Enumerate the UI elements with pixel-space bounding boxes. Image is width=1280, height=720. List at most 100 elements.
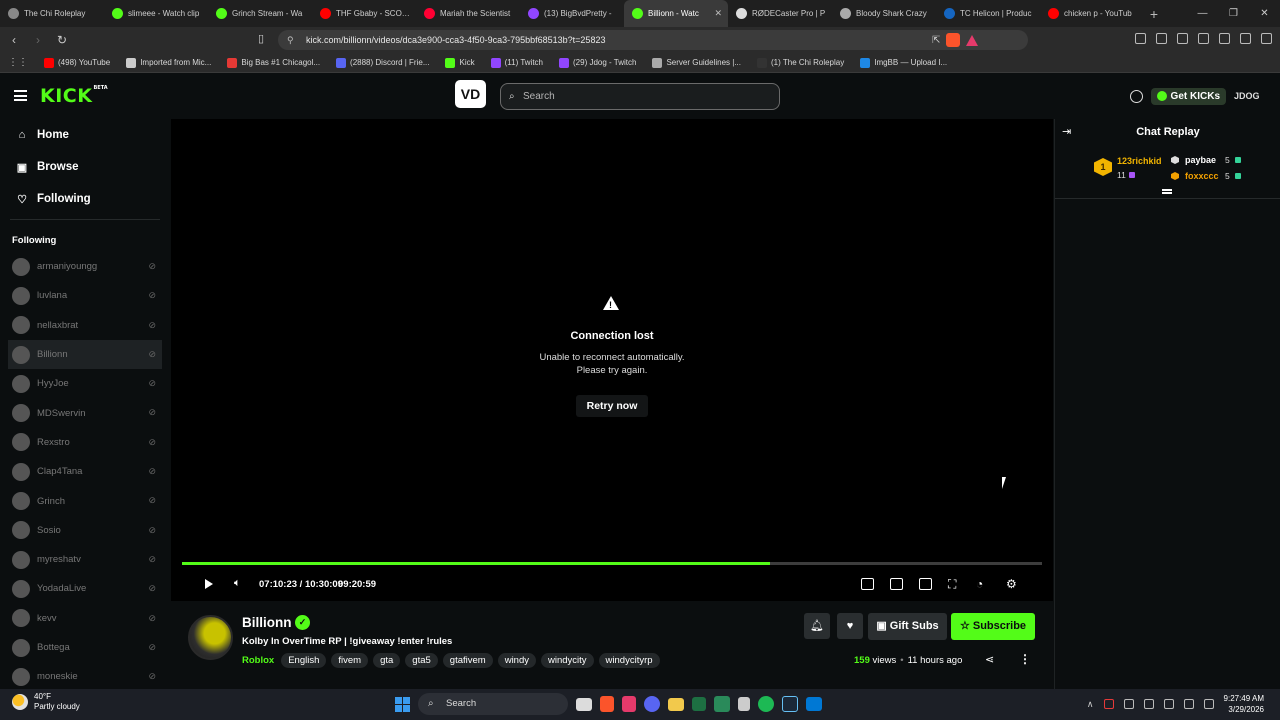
bookmark-item[interactable]: (29) Jdog - Twitch <box>551 57 644 68</box>
kick-logo[interactable]: KICKBETA <box>40 85 108 107</box>
photos-icon[interactable] <box>806 697 822 711</box>
video-player[interactable]: ! Connection lost Unable to reconnect au… <box>171 119 1053 601</box>
retry-button[interactable]: Retry now <box>576 395 648 417</box>
tag-chip[interactable]: gtafivem <box>442 653 493 668</box>
battery-icon[interactable] <box>1203 699 1214 709</box>
sidebar-nav-following[interactable]: ♡ Following <box>0 183 170 215</box>
channel-name[interactable]: Billionn <box>242 615 292 630</box>
search-input[interactable]: ⌕ Search <box>500 83 780 110</box>
following-channel[interactable]: armaniyoungg ⊘ <box>0 252 162 281</box>
category-link[interactable]: Roblox <box>242 655 274 666</box>
brave-rewards-icon[interactable] <box>966 34 979 46</box>
browser-tab[interactable]: Mariah the Scientist <box>416 0 520 27</box>
user-avatar[interactable]: JDOG <box>1234 86 1260 106</box>
bookmark-item[interactable]: (2888) Discord | Frie... <box>328 57 437 68</box>
clock[interactable]: 9:27:49 AM 3/29/2026 <box>1224 693 1264 715</box>
new-tab-button[interactable]: + <box>1144 6 1164 22</box>
minimize-button[interactable]: — <box>1187 0 1218 27</box>
menu-icon[interactable] <box>1261 33 1272 44</box>
settings-gear-icon[interactable]: ⚙ <box>1006 577 1017 591</box>
brave-shields-icon[interactable] <box>946 33 961 47</box>
steam-icon[interactable] <box>782 696 798 712</box>
bookmark-item[interactable]: (11) Twitch <box>483 57 551 68</box>
file-explorer-icon[interactable] <box>668 697 684 711</box>
extension-icon[interactable] <box>1135 33 1146 44</box>
following-channel[interactable]: myreshatv ⊘ <box>0 545 162 574</box>
clip-icon[interactable] <box>890 578 903 590</box>
bookmark-item[interactable]: ImgBB — Upload I... <box>852 57 955 68</box>
notifications-icon[interactable] <box>1129 89 1143 103</box>
notification-bell-button[interactable]: 🔔︎ <box>804 613 830 639</box>
url-field[interactable]: ⚲ kick.com/billionn/videos/dca3e900-cca3… <box>278 30 1028 50</box>
following-channel[interactable]: Clap4Tana ⊘ <box>0 457 162 486</box>
reload-button[interactable]: ↻ <box>52 33 72 47</box>
volume-icon[interactable]: 🔈︎ <box>234 577 241 590</box>
bookmark-item[interactable]: (498) YouTube <box>36 57 118 68</box>
share-icon[interactable]: ⋖ <box>985 653 994 666</box>
browser-tab[interactable]: Billionn - Watc ✕ <box>624 0 728 27</box>
leader-name[interactable]: 123richkid <box>1117 156 1162 166</box>
bookmark-item[interactable]: Kick <box>437 57 482 68</box>
vod-icon[interactable]: VD <box>455 80 486 108</box>
adobe-icon[interactable] <box>622 696 636 712</box>
following-channel[interactable]: YodadaLive ⊘ <box>0 574 162 603</box>
bookmark-item[interactable]: Big Bas #1 Chicagol... <box>219 57 328 68</box>
gift-subs-button[interactable]: ▣ Gift Subs <box>868 613 947 640</box>
browser-tab[interactable]: TC Helicon | Produc <box>936 0 1040 27</box>
following-channel[interactable]: moneskie ⊘ <box>0 662 162 691</box>
following-channel[interactable]: MDSwervin ⊘ <box>0 398 162 427</box>
browser-tab[interactable]: THF Gbaby - SCOOP <box>312 0 416 27</box>
following-channel[interactable]: Grinch ⊘ <box>0 486 162 515</box>
browser-tab[interactable]: slimeee - Watch clip <box>104 0 208 27</box>
bookmark-item[interactable]: (1) The Chi Roleplay <box>749 57 852 68</box>
brave-browser-icon[interactable] <box>600 696 614 712</box>
following-channel[interactable]: luvlana ⊘ <box>0 281 162 310</box>
following-channel[interactable]: nellaxbrat ⊘ <box>0 311 162 340</box>
leader-name[interactable]: paybae <box>1185 155 1216 165</box>
following-channel[interactable]: Billionn ⊘ <box>8 339 162 370</box>
excel-icon[interactable] <box>692 697 706 711</box>
spotify-icon[interactable] <box>758 696 774 712</box>
task-view-icon[interactable] <box>576 697 592 711</box>
menu-hamburger-icon[interactable] <box>14 90 27 101</box>
app-icon[interactable] <box>738 697 750 711</box>
sidebar-nav-home[interactable]: ⌂ Home <box>0 119 170 151</box>
miniplayer-icon[interactable] <box>861 578 874 590</box>
follow-heart-button[interactable]: ♥ <box>837 613 863 639</box>
following-channel[interactable]: HyyJoe ⊘ <box>0 369 162 398</box>
maximize-button[interactable]: ❐ <box>1218 0 1249 27</box>
site-info-icon[interactable]: ⚲ <box>287 30 294 50</box>
game-app-icon[interactable] <box>714 696 730 712</box>
tag-chip[interactable]: gta5 <box>405 653 438 668</box>
microphone-icon[interactable] <box>1123 699 1134 709</box>
puzzle-icon[interactable] <box>1156 33 1167 44</box>
browser-tab[interactable]: RØDECaster Pro | P <box>728 0 832 27</box>
fullscreen-icon[interactable]: ⛶ <box>948 577 956 592</box>
following-channel[interactable]: Rexstro ⊘ <box>0 428 162 457</box>
tag-chip[interactable]: fivem <box>331 653 369 668</box>
network-icon[interactable] <box>1163 699 1174 709</box>
browser-tab[interactable]: chicken p - YouTub <box>1040 0 1144 27</box>
play-button[interactable] <box>205 579 213 589</box>
get-kicks-button[interactable]: Get KICKs <box>1150 87 1226 105</box>
display-icon[interactable] <box>1143 699 1154 709</box>
tag-chip[interactable]: windy <box>497 653 536 668</box>
following-channel[interactable]: kevv ⊘ <box>0 604 162 633</box>
browser-tab[interactable]: Bloody Shark Crazy <box>832 0 936 27</box>
close-tab-icon[interactable]: ✕ <box>714 8 722 19</box>
tag-chip[interactable]: English <box>281 653 327 668</box>
browser-tab[interactable]: Grinch Stream - Wa <box>208 0 312 27</box>
media-icon[interactable] <box>1177 33 1188 44</box>
tray-app-icon[interactable] <box>1103 699 1114 709</box>
tag-chip[interactable]: windycityrp <box>598 653 660 668</box>
share-page-icon[interactable]: ⇱ <box>932 35 940 46</box>
progress-bar[interactable] <box>182 562 1042 565</box>
back-button[interactable]: ‹ <box>4 33 24 47</box>
bookmark-page-icon[interactable]: ▯ <box>258 32 264 45</box>
subscribe-button[interactable]: ☆ Subscribe <box>951 613 1035 640</box>
following-channel[interactable]: Bottega ⊘ <box>0 633 162 662</box>
following-channel[interactable]: Sosio ⊘ <box>0 516 162 545</box>
bookmark-item[interactable]: Server Guidelines |... <box>644 57 749 68</box>
start-button[interactable] <box>395 696 410 712</box>
leader-name[interactable]: foxxccc <box>1185 171 1219 181</box>
